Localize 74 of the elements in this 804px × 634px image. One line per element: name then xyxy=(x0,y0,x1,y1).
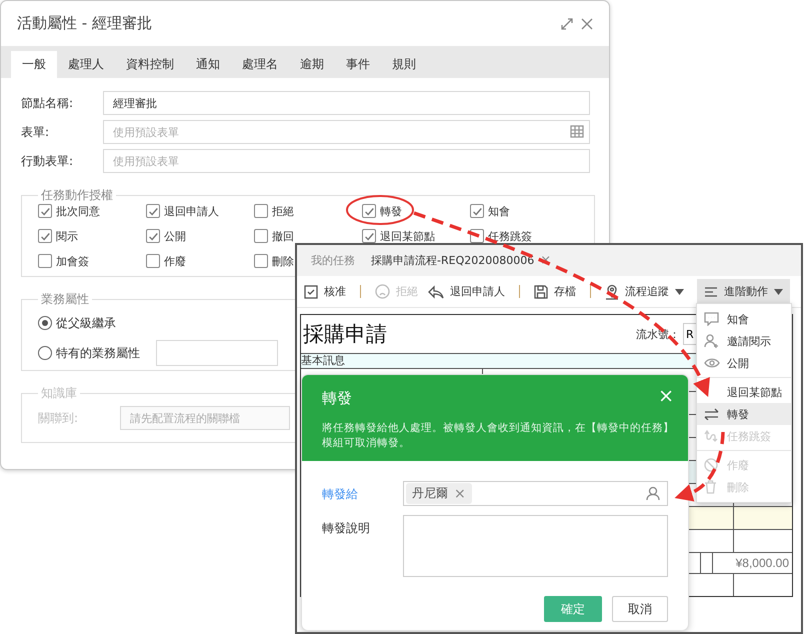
person-icon xyxy=(646,486,660,501)
tab[interactable]: 採購申請流程-REQ2020080006 xyxy=(371,253,534,268)
toolbar-button[interactable]: 退回申請人 xyxy=(423,279,510,304)
toolbar-button[interactable]: 進階動作 xyxy=(697,279,790,304)
radio-button[interactable]: 從父級繼承 xyxy=(38,316,116,330)
checkbox[interactable]: 知會 xyxy=(470,204,510,218)
group-title: 任務動作授權 xyxy=(40,187,114,204)
swap-arrows-icon xyxy=(704,408,719,420)
close-icon xyxy=(581,18,593,30)
floppy-icon xyxy=(534,284,548,298)
tab[interactable]: 處理名 xyxy=(231,51,289,78)
checkbox[interactable]: 刪除 xyxy=(254,254,294,268)
checkbox[interactable]: 拒絕 xyxy=(254,204,294,218)
checkbox[interactable]: 退回申請人 xyxy=(146,204,219,218)
dialog-button[interactable]: 取消 xyxy=(612,596,668,622)
sad-face-icon xyxy=(375,284,390,299)
input-field[interactable] xyxy=(156,340,278,366)
checkbox[interactable]: 批次同意 xyxy=(38,204,100,218)
tab[interactable]: 一般 xyxy=(11,51,57,78)
tab[interactable]: 資料控制 xyxy=(115,51,185,78)
input-field[interactable]: 使用預設表單 xyxy=(103,149,590,173)
tab[interactable]: 事件 xyxy=(335,51,381,78)
speech-bubble-icon xyxy=(704,312,719,326)
table-icon xyxy=(570,125,584,138)
document-title: 採購申請 xyxy=(303,321,387,348)
tab[interactable]: 規則 xyxy=(381,51,427,78)
squiggle-arrow-icon xyxy=(704,429,719,443)
tab[interactable]: 通知 xyxy=(185,51,231,78)
tab[interactable]: 處理人 xyxy=(57,51,115,78)
checkbox[interactable]: 加會簽 xyxy=(38,254,89,268)
text-area[interactable] xyxy=(403,515,668,577)
group-title: 知識庫 xyxy=(40,385,78,402)
field-label: 轉發給 xyxy=(322,486,359,503)
dialog-title: 活動屬性 - 經理審批 xyxy=(17,14,152,33)
field-label: 關聯到: xyxy=(38,410,80,426)
checkbox[interactable]: 閱示 xyxy=(38,229,78,243)
dialog-title: 轉發 xyxy=(322,389,352,408)
checkbox-icon xyxy=(304,284,318,298)
radio-button[interactable]: 特有的業務屬性 xyxy=(38,346,140,360)
input-field[interactable]: 經理審批 xyxy=(103,91,590,115)
field-label: 轉發說明 xyxy=(322,520,371,537)
field-label: 行動表單: xyxy=(21,152,74,170)
lines-icon xyxy=(704,286,718,298)
ban-icon xyxy=(704,458,718,472)
toolbar-button[interactable]: 流程追蹤 xyxy=(600,279,689,304)
recipient-chip[interactable]: 丹尼爾 × xyxy=(406,483,472,504)
checkbox[interactable]: 轉發 xyxy=(362,204,402,218)
highlight-ellipse xyxy=(346,195,414,225)
toolbar-button[interactable]: 核准 xyxy=(299,279,351,304)
recipient-field[interactable]: 丹尼爾 × xyxy=(403,481,668,506)
eye-icon xyxy=(704,358,720,368)
menu-item[interactable]: 轉發 xyxy=(697,403,791,425)
field-label: 表單: xyxy=(21,124,50,140)
checkbox[interactable]: 撤回 xyxy=(254,229,294,243)
group-title: 業務屬性 xyxy=(40,291,90,308)
toolbar-button[interactable]: 存檔 xyxy=(529,279,581,304)
dashed-arrow xyxy=(674,432,725,501)
field-label: 節點名稱: xyxy=(21,94,74,112)
caret-icon xyxy=(774,288,783,294)
checkbox[interactable]: 公開 xyxy=(146,229,186,243)
tab[interactable]: 逾期 xyxy=(289,51,335,78)
trash-icon xyxy=(704,480,717,494)
table-cell-text: ¥8,000.00 xyxy=(734,555,790,572)
menu-item[interactable]: 知會 xyxy=(697,308,791,330)
input-field[interactable]: 使用預設表單 xyxy=(103,120,590,144)
expand-icon xyxy=(561,18,573,30)
menu-item[interactable]: 邀請閱示 xyxy=(697,330,791,352)
dialog-description: 將任務轉發給他人處理。被轉發人會收到通知資訊，在【轉發中的任務】模組可取消轉發。 xyxy=(322,421,675,451)
checkbox[interactable]: 作廢 xyxy=(146,254,186,268)
caret-icon xyxy=(675,288,684,294)
return-arrow-icon xyxy=(428,284,444,298)
location-pin-icon xyxy=(605,284,619,300)
person-plus-icon xyxy=(704,334,719,348)
menu-item[interactable]: 退回某節點 xyxy=(697,381,791,403)
